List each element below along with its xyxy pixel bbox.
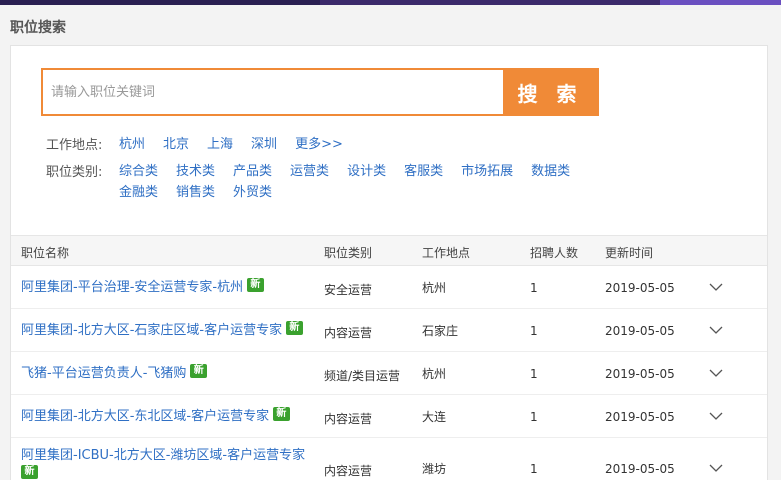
location-option-shanghai[interactable]: 上海 <box>207 134 233 155</box>
table-row[interactable]: 飞猪-平台运营负责人-飞猪购 新 频道/类目运营 杭州 1 2019-05-05 <box>11 352 767 395</box>
category-option-tech[interactable]: 技术类 <box>176 161 215 182</box>
table-row[interactable]: 阿里集团-北方大区-石家庄区域-客户运营专家 新 内容运营 石家庄 1 2019… <box>11 309 767 352</box>
location-option-more[interactable]: 更多>> <box>295 134 343 155</box>
new-badge: 新 <box>246 278 264 292</box>
job-location: 潍坊 <box>422 462 447 476</box>
category-option-market[interactable]: 市场拓展 <box>461 161 513 182</box>
job-count: 1 <box>530 367 538 381</box>
category-option-sales[interactable]: 销售类 <box>176 182 215 203</box>
new-badge: 新 <box>21 465 38 479</box>
category-filter: 职位类别: 综合类 技术类 产品类 运营类 设计类 客服类 市场拓展 数据类 金… <box>46 161 639 203</box>
header-hiring-count: 招聘人数 <box>530 246 579 260</box>
job-count: 1 <box>530 324 538 338</box>
search-input[interactable] <box>43 70 503 114</box>
location-option-shenzhen[interactable]: 深圳 <box>251 134 277 155</box>
category-option-general[interactable]: 综合类 <box>119 161 158 182</box>
category-option-product[interactable]: 产品类 <box>233 161 272 182</box>
top-banner <box>0 0 781 5</box>
category-filter-label: 职位类别: <box>46 165 103 180</box>
header-update-time: 更新时间 <box>605 246 654 260</box>
job-table-header: 职位名称 职位类别 工作地点 招聘人数 更新时间 <box>11 235 767 266</box>
job-location: 杭州 <box>422 281 447 295</box>
table-row[interactable]: 阿里集团-ICBU-北方大区-潍坊区域-客户运营专家 新 内容运营 潍坊 1 2… <box>11 438 767 480</box>
location-options: 杭州 北京 上海 深圳 更多>> <box>119 134 639 155</box>
page-title: 职位搜索 <box>10 20 66 36</box>
job-update-time: 2019-05-05 <box>605 281 675 295</box>
job-location: 石家庄 <box>422 324 459 338</box>
job-category: 内容运营 <box>324 326 373 340</box>
job-location: 杭州 <box>422 367 447 381</box>
banner-left <box>0 0 320 5</box>
job-title-cell: 阿里集团-北方大区-石家庄区域-客户运营专家 新 <box>21 321 326 340</box>
job-category: 安全运营 <box>324 283 373 297</box>
category-option-foreign-trade[interactable]: 外贸类 <box>233 182 272 203</box>
search-button[interactable]: 搜 索 <box>503 70 597 114</box>
job-category: 频道/类目运营 <box>324 369 401 383</box>
job-category: 内容运营 <box>324 464 373 478</box>
new-badge: 新 <box>272 407 290 421</box>
search-box: 搜 索 <box>41 68 599 116</box>
new-badge: 新 <box>190 364 208 378</box>
chevron-down-icon[interactable] <box>709 412 723 421</box>
job-title-link[interactable]: 阿里集团-平台治理-安全运营专家-杭州 <box>21 280 243 295</box>
location-filter-label: 工作地点: <box>46 138 103 153</box>
job-title-link[interactable]: 阿里集团-北方大区-东北区域-客户运营专家 <box>21 409 269 424</box>
table-row[interactable]: 阿里集团-北方大区-东北区域-客户运营专家 新 内容运营 大连 1 2019-0… <box>11 395 767 438</box>
header-job-name: 职位名称 <box>21 246 70 260</box>
job-update-time: 2019-05-05 <box>605 462 675 476</box>
chevron-down-icon[interactable] <box>709 464 723 473</box>
location-option-beijing[interactable]: 北京 <box>163 134 189 155</box>
category-options: 综合类 技术类 产品类 运营类 设计类 客服类 市场拓展 数据类 金融类 销售类… <box>119 161 639 203</box>
job-count: 1 <box>530 462 538 476</box>
job-title-cell: 飞猪-平台运营负责人-飞猪购 新 <box>21 364 321 383</box>
location-filter: 工作地点: 杭州 北京 上海 深圳 更多>> <box>46 134 639 155</box>
job-title-link[interactable]: 阿里集团-北方大区-石家庄区域-客户运营专家 <box>21 323 282 338</box>
header-job-category: 职位类别 <box>324 246 373 260</box>
table-row[interactable]: 阿里集团-平台治理-安全运营专家-杭州 新 安全运营 杭州 1 2019-05-… <box>11 266 767 309</box>
search-panel: 搜 索 工作地点: 杭州 北京 上海 深圳 更多>> 职位类别: 综合类 技术类… <box>10 45 768 480</box>
banner-right <box>660 0 781 5</box>
category-option-design[interactable]: 设计类 <box>347 161 386 182</box>
job-update-time: 2019-05-05 <box>605 324 675 338</box>
job-title-link[interactable]: 阿里集团-ICBU-北方大区-潍坊区域-客户运营专家 <box>21 448 305 463</box>
job-title-cell: 阿里集团-平台治理-安全运营专家-杭州 新 <box>21 278 321 297</box>
chevron-down-icon[interactable] <box>709 369 723 378</box>
category-option-data[interactable]: 数据类 <box>531 161 570 182</box>
job-update-time: 2019-05-05 <box>605 367 675 381</box>
category-option-customer-service[interactable]: 客服类 <box>404 161 443 182</box>
job-category: 内容运营 <box>324 412 373 426</box>
job-count: 1 <box>530 281 538 295</box>
job-title-cell: 阿里集团-北方大区-东北区域-客户运营专家 新 <box>21 407 321 426</box>
job-update-time: 2019-05-05 <box>605 410 675 424</box>
job-title-cell: 阿里集团-ICBU-北方大区-潍坊区域-客户运营专家 新 <box>21 446 316 479</box>
chevron-down-icon[interactable] <box>709 283 723 292</box>
job-location: 大连 <box>422 410 447 424</box>
location-option-hangzhou[interactable]: 杭州 <box>119 134 145 155</box>
header-job-location: 工作地点 <box>422 246 471 260</box>
category-option-operations[interactable]: 运营类 <box>290 161 329 182</box>
new-badge: 新 <box>285 321 303 335</box>
chevron-down-icon[interactable] <box>709 326 723 335</box>
job-count: 1 <box>530 410 538 424</box>
job-title-link[interactable]: 飞猪-平台运营负责人-飞猪购 <box>21 366 186 381</box>
category-option-finance[interactable]: 金融类 <box>119 182 158 203</box>
